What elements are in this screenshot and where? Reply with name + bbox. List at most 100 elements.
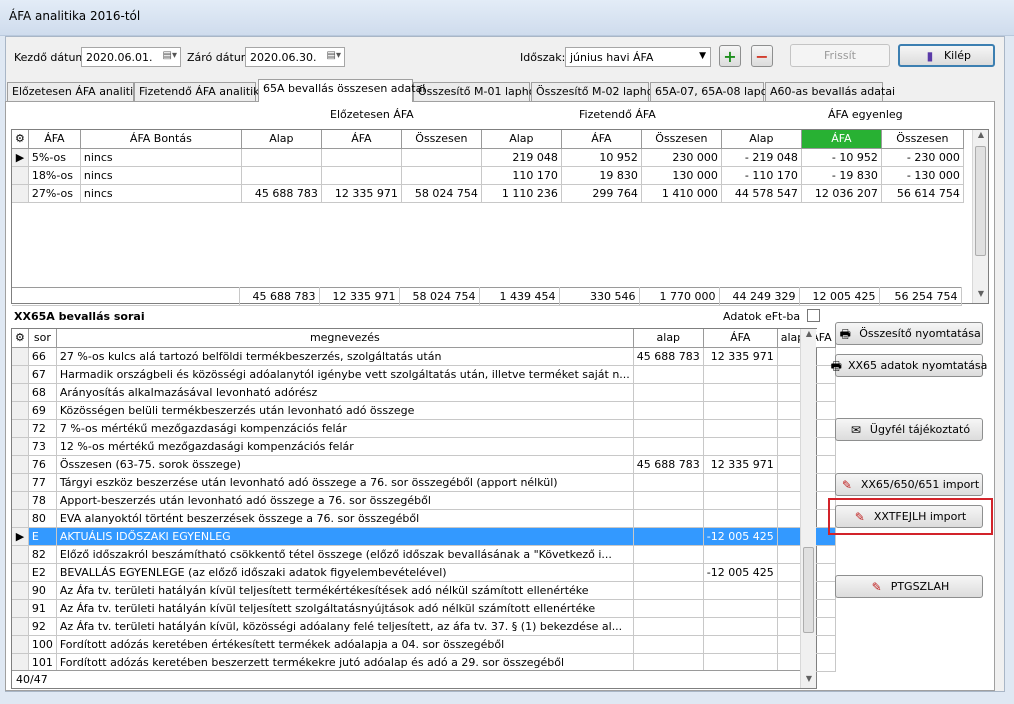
cell[interactable]: 69 [28, 401, 57, 420]
cell[interactable] [401, 148, 482, 167]
cell[interactable]: Fordított adózás keretében értékesített … [56, 635, 634, 654]
cell[interactable] [703, 599, 778, 618]
cell[interactable]: - 10 952 [801, 148, 882, 167]
cell[interactable]: nincs [80, 148, 242, 167]
cell[interactable]: 5%-os [28, 148, 81, 167]
cell[interactable]: Harmadik országbeli és közösségi adóalan… [56, 365, 634, 384]
cell[interactable]: 12 036 207 [801, 184, 882, 203]
column-header[interactable]: sor [28, 329, 57, 348]
cell[interactable]: 77 [28, 473, 57, 492]
cell[interactable]: 44 578 547 [721, 184, 802, 203]
table-row[interactable]: 69 Közösségen belüli termékbeszerzés után… [12, 401, 836, 420]
table-row[interactable]: 76 Összesen (63-75. sorok összege) 45 688 … [12, 455, 836, 474]
cell[interactable]: Összesen (63-75. sorok összege) [56, 455, 634, 474]
cell[interactable]: 12 335 971 [703, 347, 778, 366]
column-header[interactable]: ÁFA [703, 329, 778, 348]
table-row[interactable]: ▶ 5%-os nincs 219 048 10 952 230 000 - 2… [12, 148, 964, 167]
table-row[interactable]: 77 Tárgyi eszköz beszerzése után levonhat… [12, 473, 836, 492]
calendar-dropdown-icon[interactable]: ▤▾ [163, 50, 177, 61]
scroll-down-icon[interactable]: ▼ [801, 674, 817, 688]
remove-period-button[interactable]: − [751, 45, 773, 67]
tab-m01-summary[interactable]: Összesítő M-01 laphoz [413, 82, 541, 101]
summary-scrollbar[interactable]: ▲ ▼ [972, 130, 988, 303]
column-header[interactable]: ÁFA [28, 130, 81, 149]
cell[interactable]: 82 [28, 545, 57, 564]
cell[interactable] [633, 635, 704, 654]
cell[interactable]: 299 764 [561, 184, 642, 203]
tab-m02-summary[interactable]: Összesítő M-02 laphoz [531, 82, 659, 101]
cell[interactable] [321, 148, 402, 167]
cell[interactable]: 27%-os [28, 184, 81, 203]
cell[interactable] [633, 473, 704, 492]
cell[interactable]: 101 [28, 653, 57, 672]
cell[interactable]: 130 000 [641, 166, 722, 185]
cell[interactable] [633, 563, 704, 582]
table-row[interactable]: 18%-os nincs 110 170 19 830 130 000 - 11… [12, 166, 964, 185]
cell[interactable] [703, 617, 778, 636]
cell[interactable] [241, 148, 322, 167]
table-row[interactable]: 68 Arányosítás alkalmazásával levonható a… [12, 383, 836, 402]
column-header[interactable]: ÁFA [321, 130, 402, 149]
cell[interactable]: 18%-os [28, 166, 81, 185]
cell[interactable]: -12 005 425 [703, 527, 778, 546]
cell[interactable]: 68 [28, 383, 57, 402]
cell[interactable]: AKTUÁLIS IDŐSZAKI EGYENLEG [56, 527, 634, 546]
cell[interactable]: 72 [28, 419, 57, 438]
cell[interactable]: E [28, 527, 57, 546]
cell[interactable] [633, 437, 704, 456]
cell[interactable]: 1 410 000 [641, 184, 722, 203]
column-header[interactable]: megnevezés [56, 329, 634, 348]
cell[interactable]: nincs [80, 184, 242, 203]
cell[interactable]: Fordított adózás keretében beszerzett te… [56, 653, 634, 672]
column-header[interactable]: Összesen [401, 130, 482, 149]
cell[interactable]: Az Áfa tv. területi hatályán kívül, közö… [56, 617, 634, 636]
table-row[interactable]: 100 Fordított adózás keretében értékesíte… [12, 635, 836, 654]
cell[interactable] [633, 365, 704, 384]
scroll-up-icon[interactable]: ▲ [973, 130, 989, 144]
cell[interactable]: 45 688 783 [241, 184, 322, 203]
cell[interactable] [703, 383, 778, 402]
table-row[interactable]: 72 7 %-os mértékű mezőgazdasági kompenzác… [12, 419, 836, 438]
cell[interactable]: E2 [28, 563, 57, 582]
cell[interactable] [703, 401, 778, 420]
lines-scrollbar[interactable]: ▲ ▼ [800, 329, 816, 688]
tab-prepaid-vat[interactable]: Előzetesen ÁFA analitika [7, 82, 146, 101]
cell[interactable]: 12 335 971 [321, 184, 402, 203]
cell[interactable]: Tárgyi eszköz beszerzése után levonható … [56, 473, 634, 492]
cell[interactable]: 90 [28, 581, 57, 600]
tab-a60-data[interactable]: A60-as bevallás adatai [765, 82, 895, 101]
cell[interactable]: 45 688 783 [633, 455, 704, 474]
cell[interactable]: 73 [28, 437, 57, 456]
table-row[interactable]: 80 EVA alanyoktól történt beszerzések öss… [12, 509, 836, 528]
column-header[interactable]: Összesen [641, 130, 722, 149]
cell[interactable]: 10 952 [561, 148, 642, 167]
cell[interactable] [703, 365, 778, 384]
table-row[interactable]: 91 Az Áfa tv. területi hatályán kívül tel… [12, 599, 836, 618]
cell[interactable]: BEVALLÁS EGYENLEGE (az előző időszaki ad… [56, 563, 634, 582]
cell[interactable]: Az Áfa tv. területi hatályán kívül telje… [56, 581, 634, 600]
table-row[interactable]: 82 Előző időszakról beszámítható csökkent… [12, 545, 836, 564]
cell[interactable] [703, 545, 778, 564]
cell[interactable]: - 130 000 [881, 166, 964, 185]
cell[interactable]: 67 [28, 365, 57, 384]
cell[interactable] [703, 419, 778, 438]
table-row[interactable]: 101 Fordított adózás keretében beszerzett… [12, 653, 836, 672]
cell[interactable]: 230 000 [641, 148, 722, 167]
cell[interactable] [633, 383, 704, 402]
cell[interactable] [633, 599, 704, 618]
column-header[interactable]: alap [633, 329, 704, 348]
cell[interactable]: Közösségen belüli termékbeszerzés után l… [56, 401, 634, 420]
table-row[interactable]: 78 Apport-beszerzés után levonható adó ös… [12, 491, 836, 510]
table-row[interactable]: 90 Az Áfa tv. területi hatályán kívül tel… [12, 581, 836, 600]
cell[interactable]: Arányosítás alkalmazásával levonható adó… [56, 383, 634, 402]
cell[interactable] [241, 166, 322, 185]
client-info-button[interactable]: ✉ Ügyfél tájékoztató [835, 418, 983, 441]
exit-button[interactable]: ▮ Kilép [898, 44, 995, 67]
cell[interactable]: 80 [28, 509, 57, 528]
add-period-button[interactable]: + [719, 45, 741, 67]
table-row[interactable]: ▶ E AKTUÁLIS IDŐSZAKI EGYENLEG -12 005 425 [12, 527, 836, 546]
cell[interactable]: 91 [28, 599, 57, 618]
cell[interactable]: 12 335 971 [703, 455, 778, 474]
table-row[interactable]: 73 12 %-os mértékű mezőgazdasági kompenzá… [12, 437, 836, 456]
cell[interactable] [703, 653, 778, 672]
